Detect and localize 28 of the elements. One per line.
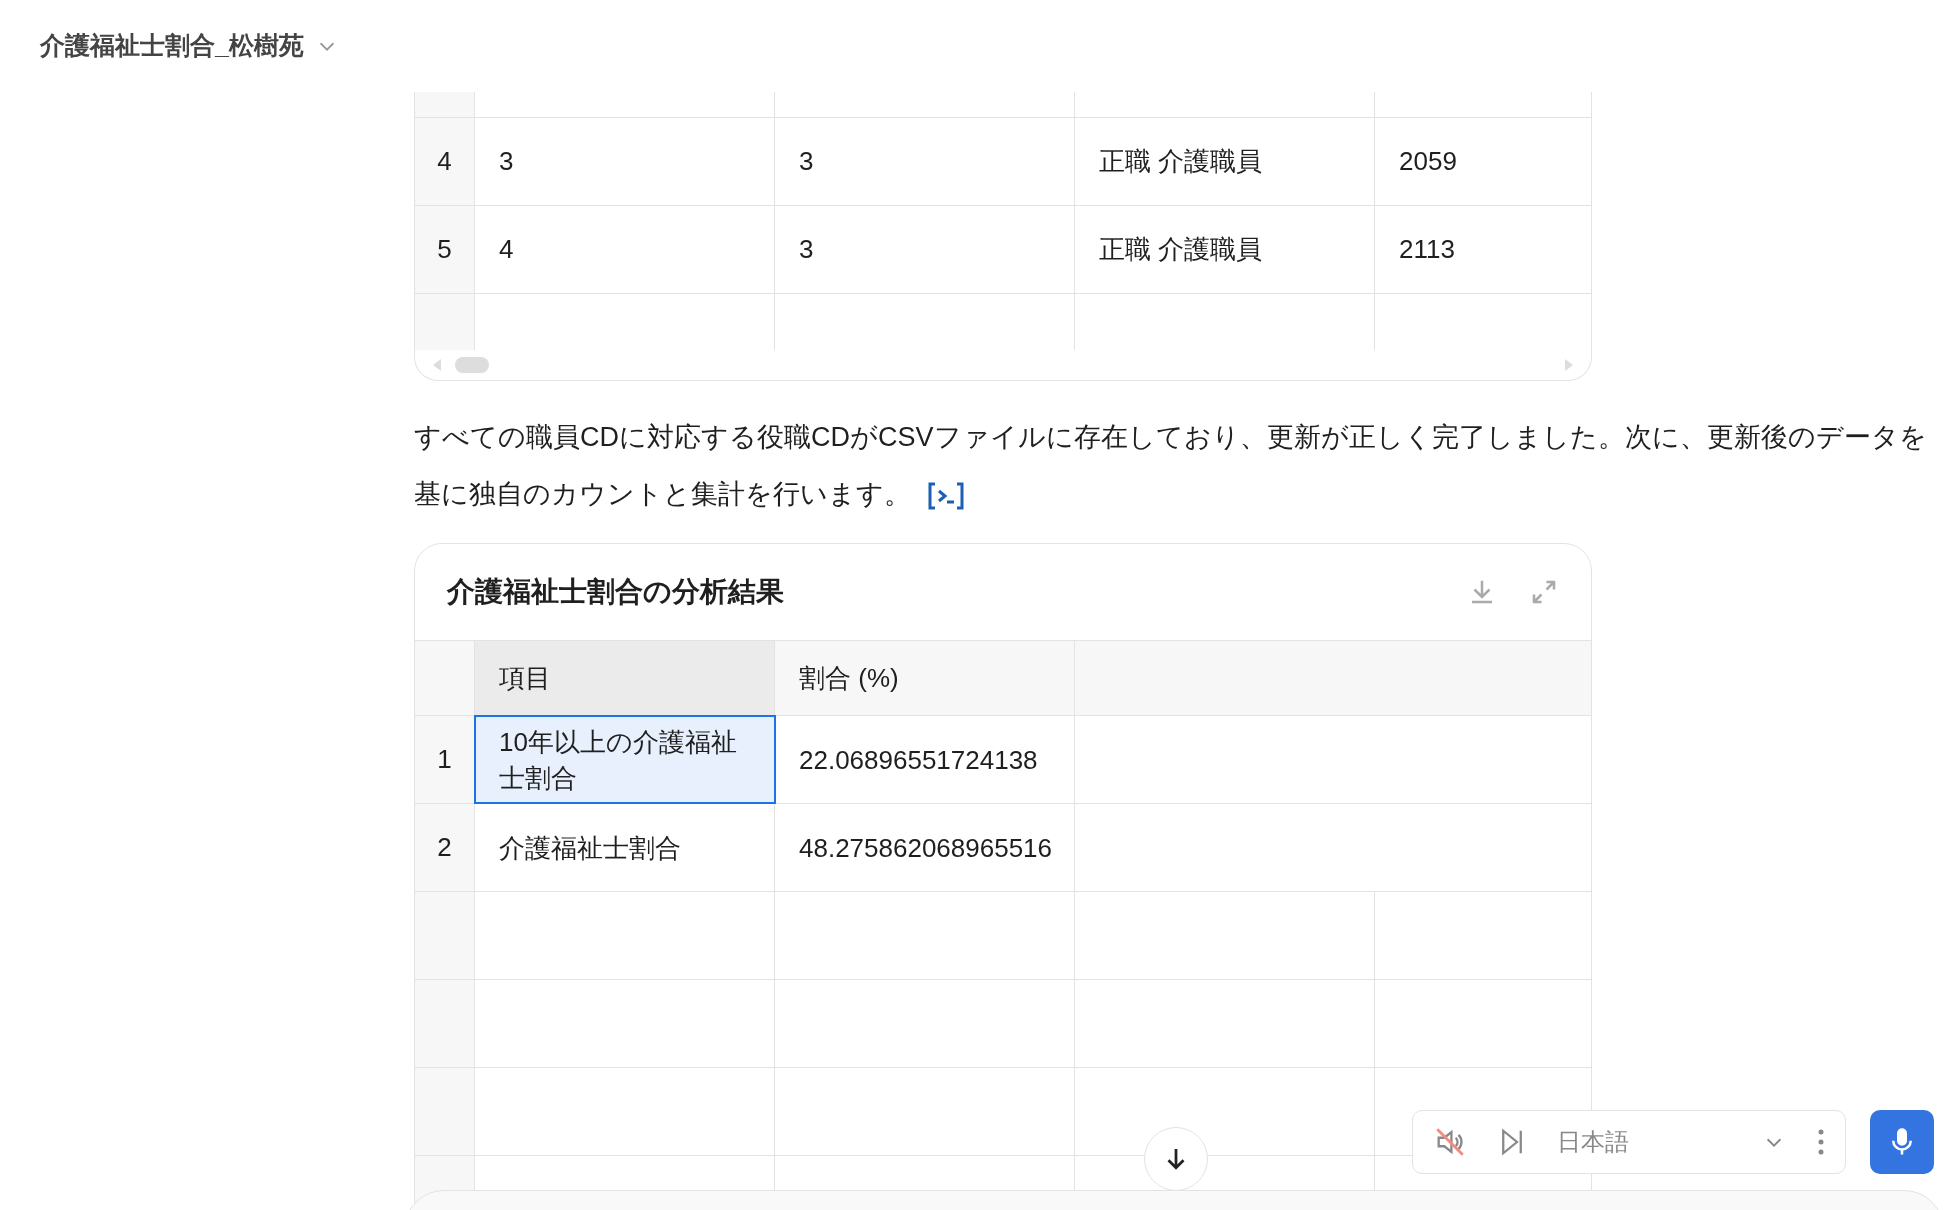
table-cell: 正職 介護職員 [1075,206,1375,293]
skip-icon[interactable] [1499,1127,1525,1157]
row-number: 5 [415,206,475,293]
table-cell-text: 2113 [1398,233,1456,266]
conversation-title: 介護福祉士割合_松樹苑 [40,30,304,62]
more-icon[interactable] [1817,1128,1825,1156]
column-header[interactable]: 項目 [475,641,775,715]
row-number: 1 [415,716,475,803]
card-title: 介護福祉士割合の分析結果 [447,575,785,609]
table-cell-text: 2059 [1398,145,1458,178]
table-cell: 3 [775,118,1075,205]
microphone-button[interactable] [1870,1110,1934,1174]
column-header[interactable]: 割合 (%) [775,641,1075,715]
table-cell: 4 [475,206,775,293]
table-cell[interactable]: 介護福祉士割合 [475,804,775,891]
code-icon[interactable] [927,480,965,511]
row-number: 4 [415,118,475,205]
table-cell[interactable]: 10年以上の介護福祉士割合 [475,716,775,803]
table-cell: 正職 介護職員 [1075,118,1375,205]
table-cell: 3 [475,118,775,205]
scrollbar-thumb[interactable] [455,357,489,373]
table-cell: 3 [775,206,1075,293]
language-label[interactable]: 日本語 [1557,1124,1731,1160]
speaker-muted-icon[interactable] [1433,1125,1467,1159]
table-cell[interactable]: 48.275862068965516 [775,804,1075,891]
message-text: すべての職員CDに対応する役職CDがCSVファイルに存在しており、更新が正しく完了しました。次に、更新後のデータを基に独自のカウントと集計を行います。 [414,421,1928,513]
row-number: 2 [415,804,475,891]
table-cell[interactable]: 22.06896551724138 [775,716,1075,803]
